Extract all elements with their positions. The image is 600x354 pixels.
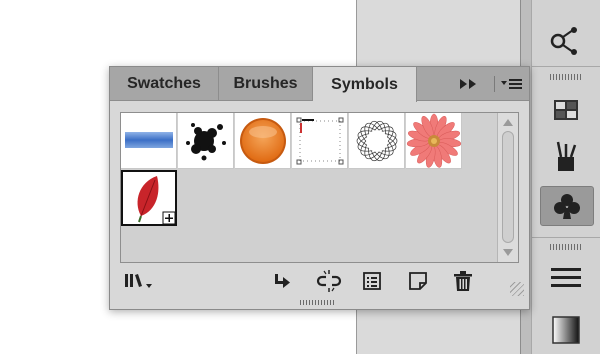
symbol-thumb-dotted-crop-frame[interactable] xyxy=(292,113,348,169)
symbol-options-button[interactable] xyxy=(360,268,384,294)
tab-swatches[interactable]: Swatches xyxy=(110,67,219,101)
dock-menu-button[interactable] xyxy=(537,258,595,298)
club-symbols-icon xyxy=(554,194,580,219)
tab-brushes[interactable]: Brushes xyxy=(219,67,313,101)
panel-menu-icon xyxy=(501,79,522,89)
new-symbol-button[interactable] xyxy=(406,268,430,294)
tab-symbols[interactable]: Symbols xyxy=(313,67,417,102)
menu-lines-icon xyxy=(551,268,581,287)
dock-grip[interactable] xyxy=(550,74,582,80)
symbols-grid xyxy=(120,112,519,263)
dock-grid-button[interactable] xyxy=(537,90,595,130)
panel-tab-bar: Swatches Brushes Symbols xyxy=(110,67,529,102)
delete-symbol-button[interactable] xyxy=(450,268,476,294)
scroll-thumb[interactable] xyxy=(502,131,514,243)
blue-banner-icon xyxy=(125,132,173,148)
dock-symbols-button[interactable] xyxy=(540,186,594,226)
tab-separator xyxy=(494,76,495,92)
pink-flower-icon xyxy=(406,113,462,168)
scroll-up-arrow-icon[interactable] xyxy=(503,119,513,126)
ink-splatter-icon xyxy=(186,123,226,161)
spiral-ring-icon xyxy=(356,120,398,162)
dock-separator xyxy=(531,237,600,238)
vertical-scrollbar[interactable] xyxy=(497,113,518,262)
dock-separator xyxy=(531,66,600,67)
grid-icon xyxy=(554,100,578,120)
more-tabs-button[interactable] xyxy=(454,73,484,95)
delete-symbol-icon xyxy=(454,271,472,291)
share-icon xyxy=(550,27,577,55)
symbol-options-icon xyxy=(363,272,381,290)
gradient-swatch-icon xyxy=(552,316,580,344)
place-symbol-instance-button[interactable] xyxy=(270,268,294,294)
scroll-down-arrow-icon[interactable] xyxy=(503,249,513,256)
symbol-thumb-red-leaf[interactable] xyxy=(121,170,177,226)
crop-frame-icon xyxy=(296,117,344,165)
orange-button-icon xyxy=(240,118,286,164)
panel-menu-button[interactable] xyxy=(498,73,526,95)
library-menu-icon xyxy=(125,274,152,288)
brushes-icon xyxy=(556,141,577,171)
gradient-icon xyxy=(546,0,586,17)
symbols-panel: Swatches Brushes Symbols xyxy=(109,66,530,310)
dock-brushes-button[interactable] xyxy=(537,136,595,176)
symbol-thumb-blue-banner[interactable] xyxy=(121,113,177,169)
new-symbol-icon xyxy=(409,272,427,290)
symbol-thumb-orange-button[interactable] xyxy=(235,113,291,169)
dock-grip[interactable] xyxy=(550,244,582,250)
symbol-thumb-ink-splatter[interactable] xyxy=(178,113,234,169)
symbol-thumb-pink-flower[interactable] xyxy=(406,113,462,169)
double-chevron-right-icon xyxy=(460,79,476,89)
panel-bottom-grip[interactable] xyxy=(300,300,334,305)
symbol-libraries-menu-button[interactable] xyxy=(122,268,156,294)
break-link-button[interactable] xyxy=(314,268,344,294)
panel-resize-grip[interactable] xyxy=(510,282,524,296)
dock-share-button[interactable] xyxy=(537,20,595,60)
symbol-thumb-spiral-ring[interactable] xyxy=(349,113,405,169)
dock-gradient-button[interactable] xyxy=(537,0,595,22)
break-link-icon xyxy=(316,270,342,292)
dock-gradient-swatch-button[interactable] xyxy=(537,310,595,350)
red-leaf-icon xyxy=(137,176,175,224)
place-symbol-instance-icon xyxy=(275,274,290,288)
